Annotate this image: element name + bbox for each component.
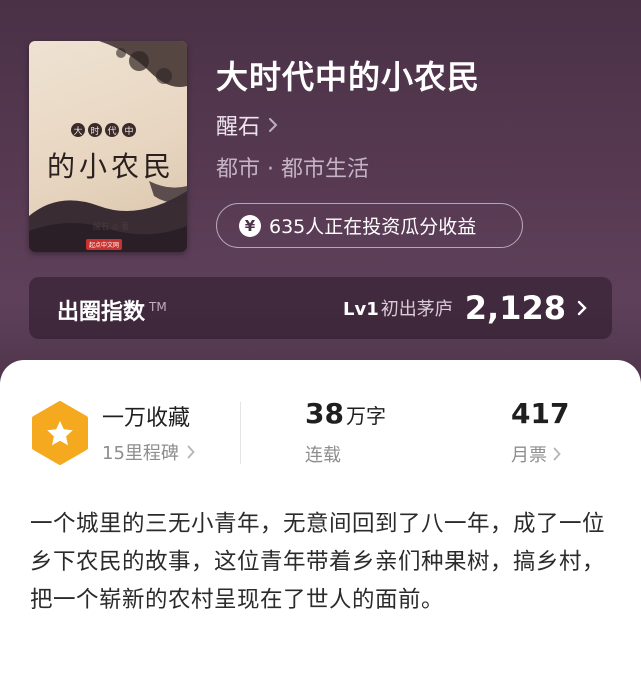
chevron-right-icon	[187, 445, 195, 459]
index-value-group: Lv1 初出茅庐 2,128	[343, 289, 588, 327]
cover-author: 醒石 ◎ 著	[93, 222, 130, 231]
chevron-right-icon	[577, 300, 587, 316]
collect-title: 一万收藏	[102, 406, 191, 431]
cover-title: 的小农民	[47, 150, 176, 183]
word-count-unit: 万字	[345, 404, 386, 428]
monthly-tickets-count: 417	[511, 397, 570, 430]
cover-char: 代	[105, 123, 119, 137]
book-title: 大时代中的小农民	[216, 58, 481, 96]
author-link[interactable]: 醒石	[216, 109, 278, 141]
book-genre[interactable]: 都市 · 都市生活	[216, 151, 369, 183]
trademark-mark: TM	[149, 300, 167, 314]
cover-char: 大	[71, 123, 85, 137]
chevron-right-icon	[553, 447, 561, 461]
invest-text: 635人正在投资瓜分收益	[269, 216, 477, 238]
index-level: Lv1 初出茅庐	[343, 299, 453, 320]
influence-index-bar[interactable]: 出圈指数 TM Lv1 初出茅庐 2,128	[29, 277, 612, 339]
serial-status: 连载	[305, 445, 341, 466]
book-cover[interactable]: 大 时 代 中 的小农民 醒石 ◎ 著 起点中文网	[29, 41, 187, 252]
milestone-link[interactable]: 15里程碑	[102, 439, 195, 465]
invest-button[interactable]: ¥ 635人正在投资瓜分收益	[216, 203, 523, 248]
author-name: 醒石	[216, 115, 261, 140]
chevron-right-icon	[269, 118, 278, 132]
stats-divider	[240, 402, 241, 464]
milestone-badge-icon	[32, 401, 88, 465]
book-description: 一个城里的三无小青年，无意间回到了八一年，成了一位乡下农民的故事，这位青年带着乡…	[30, 511, 606, 613]
word-count: 38 万字	[305, 397, 386, 430]
cover-char: 时	[88, 123, 102, 137]
book-info-card: 一万收藏 15里程碑 38 万字 连载 417 月票 一个城里的三无小青年，无意间…	[0, 360, 641, 680]
cover-small-title: 大 时 代 中	[71, 123, 136, 137]
cover-publisher-badge: 起点中文网	[86, 239, 123, 250]
index-label: 出圈指数 TM	[57, 300, 167, 325]
index-score: 2,128	[464, 289, 566, 327]
monthly-tickets-link[interactable]: 月票	[511, 441, 561, 467]
book-header: 大 时 代 中 的小农民 醒石 ◎ 著 起点中文网 大时代中的小农民 醒石 都市…	[0, 0, 641, 400]
cover-char: 中	[122, 123, 136, 137]
yen-coin-icon: ¥	[239, 214, 261, 237]
index-level-name: 初出茅庐	[380, 299, 453, 320]
